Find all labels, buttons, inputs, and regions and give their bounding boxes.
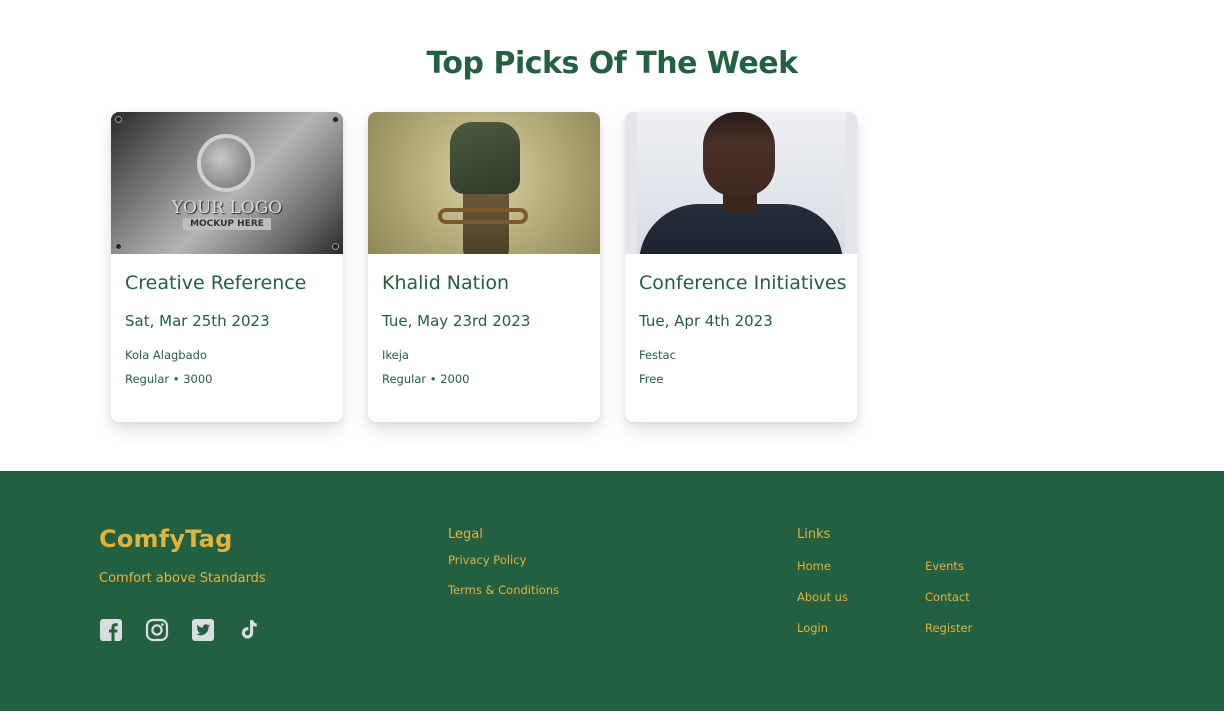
brand-tagline: Comfort above Standards [99,571,266,586]
brand-logo[interactable]: ComfyTag [99,525,232,553]
events-link[interactable]: Events [925,559,964,573]
tiktok-icon[interactable] [237,617,261,643]
chain-shape [438,208,528,224]
event-price: Regular • 3000 [125,372,213,386]
event-title: Conference Initiatives [639,272,847,294]
event-location: Festac [639,348,676,362]
twitter-icon[interactable] [191,617,215,643]
logo-mark-icon [197,134,255,192]
site-footer: ComfyTag Comfort above Standards Legal P… [0,471,1224,711]
event-location: Ikeja [382,348,409,362]
rivet-decoration [115,116,122,123]
event-location: Kola Alagbado [125,348,207,362]
event-title: Khalid Nation [382,272,510,294]
facebook-icon[interactable] [99,617,123,643]
event-card[interactable]: YOUR LOGO MOCKUP HERE Creative Reference… [111,112,343,422]
section-title: Top Picks Of The Week [426,46,798,81]
fist-shape [450,122,520,194]
event-title: Creative Reference [125,272,307,294]
event-image: YOUR LOGO MOCKUP HERE [111,112,343,254]
event-date: Sat, Mar 25th 2023 [125,312,270,330]
rivet-decoration [115,243,122,250]
instagram-icon[interactable] [145,617,169,643]
links-heading: Links [797,527,831,542]
home-link[interactable]: Home [797,559,831,573]
rivet-decoration [332,116,339,123]
about-us-link[interactable]: About us [797,590,848,604]
login-link[interactable]: Login [797,621,828,635]
event-card[interactable]: Conference Initiatives Tue, Apr 4th 2023… [625,112,857,422]
event-date: Tue, May 23rd 2023 [382,312,531,330]
event-price: Free [639,372,664,386]
rivet-decoration [332,243,339,250]
event-image [625,112,857,254]
privacy-policy-link[interactable]: Privacy Policy [448,553,526,567]
event-date: Tue, Apr 4th 2023 [639,312,773,330]
logo-text: YOUR LOGO [171,198,283,218]
register-link[interactable]: Register [925,621,972,635]
logo-subtext: MOCKUP HERE [183,218,271,230]
legal-heading: Legal [448,527,483,542]
contact-link[interactable]: Contact [925,590,970,604]
event-card[interactable]: Khalid Nation Tue, May 23rd 2023 Ikeja R… [368,112,600,422]
event-price: Regular • 2000 [382,372,470,386]
event-image [368,112,600,254]
photo-head [703,112,775,196]
social-links [99,617,261,643]
terms-conditions-link[interactable]: Terms & Conditions [448,583,559,597]
